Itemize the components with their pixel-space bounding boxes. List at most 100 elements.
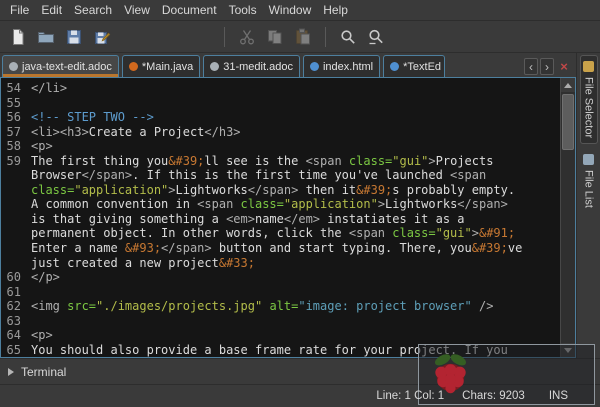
- code-segment: </li>: [31, 81, 67, 95]
- code-segment: "./images/projects.jpg": [96, 299, 262, 313]
- code-segment: Enter a name: [31, 241, 125, 255]
- menu-item-tools[interactable]: Tools: [223, 1, 263, 19]
- code-line: class="application">Lightworks</span> th…: [31, 183, 515, 198]
- save-button[interactable]: [60, 24, 88, 50]
- open-button[interactable]: [32, 24, 60, 50]
- editor-row[interactable]: 61: [1, 285, 560, 300]
- find-replace-icon: [367, 28, 385, 46]
- find-icon: [339, 28, 357, 46]
- scrollbar[interactable]: [560, 78, 575, 357]
- code-segment: is that giving something a: [31, 212, 226, 226]
- copy-icon: [266, 28, 284, 46]
- sidebar-tab-file-list[interactable]: File List: [581, 149, 597, 213]
- save-as-button[interactable]: [88, 24, 116, 50]
- editor-row[interactable]: A common convention in <span class="appl…: [1, 197, 560, 212]
- code-segment: class=: [31, 183, 74, 197]
- editor-row[interactable]: 55: [1, 96, 560, 111]
- tab-main-java[interactable]: *Main.java: [122, 55, 200, 77]
- save-as-icon: [93, 28, 111, 46]
- tab-scroll-left-button[interactable]: ‹: [524, 58, 538, 75]
- status-input-mode: INS: [549, 390, 568, 402]
- code-segment: button and start typing. There, you: [212, 241, 472, 255]
- code-segment: "application": [74, 183, 168, 197]
- menu-item-file[interactable]: File: [4, 1, 35, 19]
- line-number: 61: [1, 285, 21, 300]
- line-number: 56: [1, 110, 21, 125]
- code-segment: </em>: [284, 212, 320, 226]
- editor-row[interactable]: 60</p>: [1, 270, 560, 285]
- code-segment: </span>: [457, 197, 508, 211]
- toolbar: [0, 21, 600, 53]
- editor-row[interactable]: 58<p>: [1, 139, 560, 154]
- editor-row[interactable]: Browser</span>. If this is the first tim…: [1, 168, 560, 183]
- editor-frame: 54</li>5556<!-- STEP TWO -->57<li><h3>Cr…: [0, 77, 576, 358]
- code-segment: <p>: [31, 139, 53, 153]
- tab-label: *Main.java: [142, 61, 193, 73]
- scrollbar-up-button[interactable]: [561, 78, 575, 92]
- document-icon: [210, 62, 219, 71]
- code-segment: name: [255, 212, 284, 226]
- editor[interactable]: 54</li>5556<!-- STEP TWO -->57<li><h3>Cr…: [1, 78, 560, 357]
- tab-close-button[interactable]: ×: [556, 58, 572, 75]
- editor-row[interactable]: class="application">Lightworks</span> th…: [1, 183, 560, 198]
- code-segment: Lightworks: [385, 197, 457, 211]
- content-area: java-text-edit.adoc *Main.java 31-medit.ad…: [0, 53, 600, 358]
- menu-item-search[interactable]: Search: [68, 1, 118, 19]
- copy-button[interactable]: [261, 24, 289, 50]
- tab-texted[interactable]: *TextEd: [383, 55, 445, 77]
- editor-row[interactable]: permanent object. In other words, click …: [1, 226, 560, 241]
- cut-icon: [238, 28, 256, 46]
- toolbar-separator: [325, 27, 326, 47]
- code-line: <img src="./images/projects.jpg" alt="im…: [31, 299, 493, 314]
- tab-scroll-right-button[interactable]: ›: [540, 58, 554, 75]
- editor-row[interactable]: Enter a name &#93;</span> button and sta…: [1, 241, 560, 256]
- find-button[interactable]: [334, 24, 362, 50]
- menu-item-help[interactable]: Help: [317, 1, 354, 19]
- code-segment: />: [479, 299, 493, 313]
- tab-index-html[interactable]: index.html: [303, 55, 380, 77]
- menu-item-document[interactable]: Document: [156, 1, 223, 19]
- code-segment: &#91;: [479, 226, 515, 240]
- line-number: [1, 226, 21, 241]
- tab-label: 31-medit.adoc: [223, 61, 293, 73]
- line-number: 64: [1, 328, 21, 343]
- new-button[interactable]: [4, 24, 32, 50]
- code-segment: s probably empty.: [392, 183, 515, 197]
- editor-row[interactable]: 59The first thing you&#39;ll see is the …: [1, 154, 560, 169]
- code-segment: <span: [306, 154, 349, 168]
- tab-label: java-text-edit.adoc: [22, 61, 112, 73]
- editor-row[interactable]: 57<li><h3>Create a Project</h3>: [1, 125, 560, 140]
- line-number: 55: [1, 96, 21, 111]
- sidebar-tab-file-selector[interactable]: File Selector: [581, 56, 597, 143]
- paste-button[interactable]: [289, 24, 317, 50]
- scrollbar-thumb[interactable]: [562, 94, 574, 150]
- tab-java-text-edit-adoc[interactable]: java-text-edit.adoc: [2, 55, 119, 77]
- menu-item-view[interactable]: View: [118, 1, 156, 19]
- new-document-icon: [9, 28, 27, 46]
- editor-row[interactable]: just created a new project&#33;: [1, 256, 560, 271]
- code-line: </li>: [31, 81, 67, 96]
- code-segment: The first thing you: [31, 154, 168, 168]
- cut-button[interactable]: [233, 24, 261, 50]
- menu-item-edit[interactable]: Edit: [35, 1, 68, 19]
- code-segment: Lightworks: [176, 183, 248, 197]
- save-icon: [65, 28, 83, 46]
- code-segment: class=: [392, 226, 435, 240]
- find-replace-button[interactable]: [362, 24, 390, 50]
- editor-row[interactable]: 54</li>: [1, 81, 560, 96]
- tab-31-medit-adoc[interactable]: 31-medit.adoc: [203, 55, 300, 77]
- code-segment: "image: project browser": [298, 299, 471, 313]
- editor-row[interactable]: 64<p>: [1, 328, 560, 343]
- code-segment: ve: [508, 241, 522, 255]
- code-segment: "gui": [436, 226, 472, 240]
- code-segment: >: [168, 183, 175, 197]
- code-line: Browser</span>. If this is the first tim…: [31, 168, 486, 183]
- status-char-count: Chars: 9203: [462, 390, 525, 402]
- scrollbar-track[interactable]: [561, 92, 575, 343]
- menu-item-window[interactable]: Window: [263, 1, 318, 19]
- editor-row[interactable]: 56<!-- STEP TWO -->: [1, 110, 560, 125]
- paste-icon: [294, 28, 312, 46]
- editor-row[interactable]: 62<img src="./images/projects.jpg" alt="…: [1, 299, 560, 314]
- editor-row[interactable]: 63: [1, 314, 560, 329]
- editor-row[interactable]: is that giving something a <em>name</em>…: [1, 212, 560, 227]
